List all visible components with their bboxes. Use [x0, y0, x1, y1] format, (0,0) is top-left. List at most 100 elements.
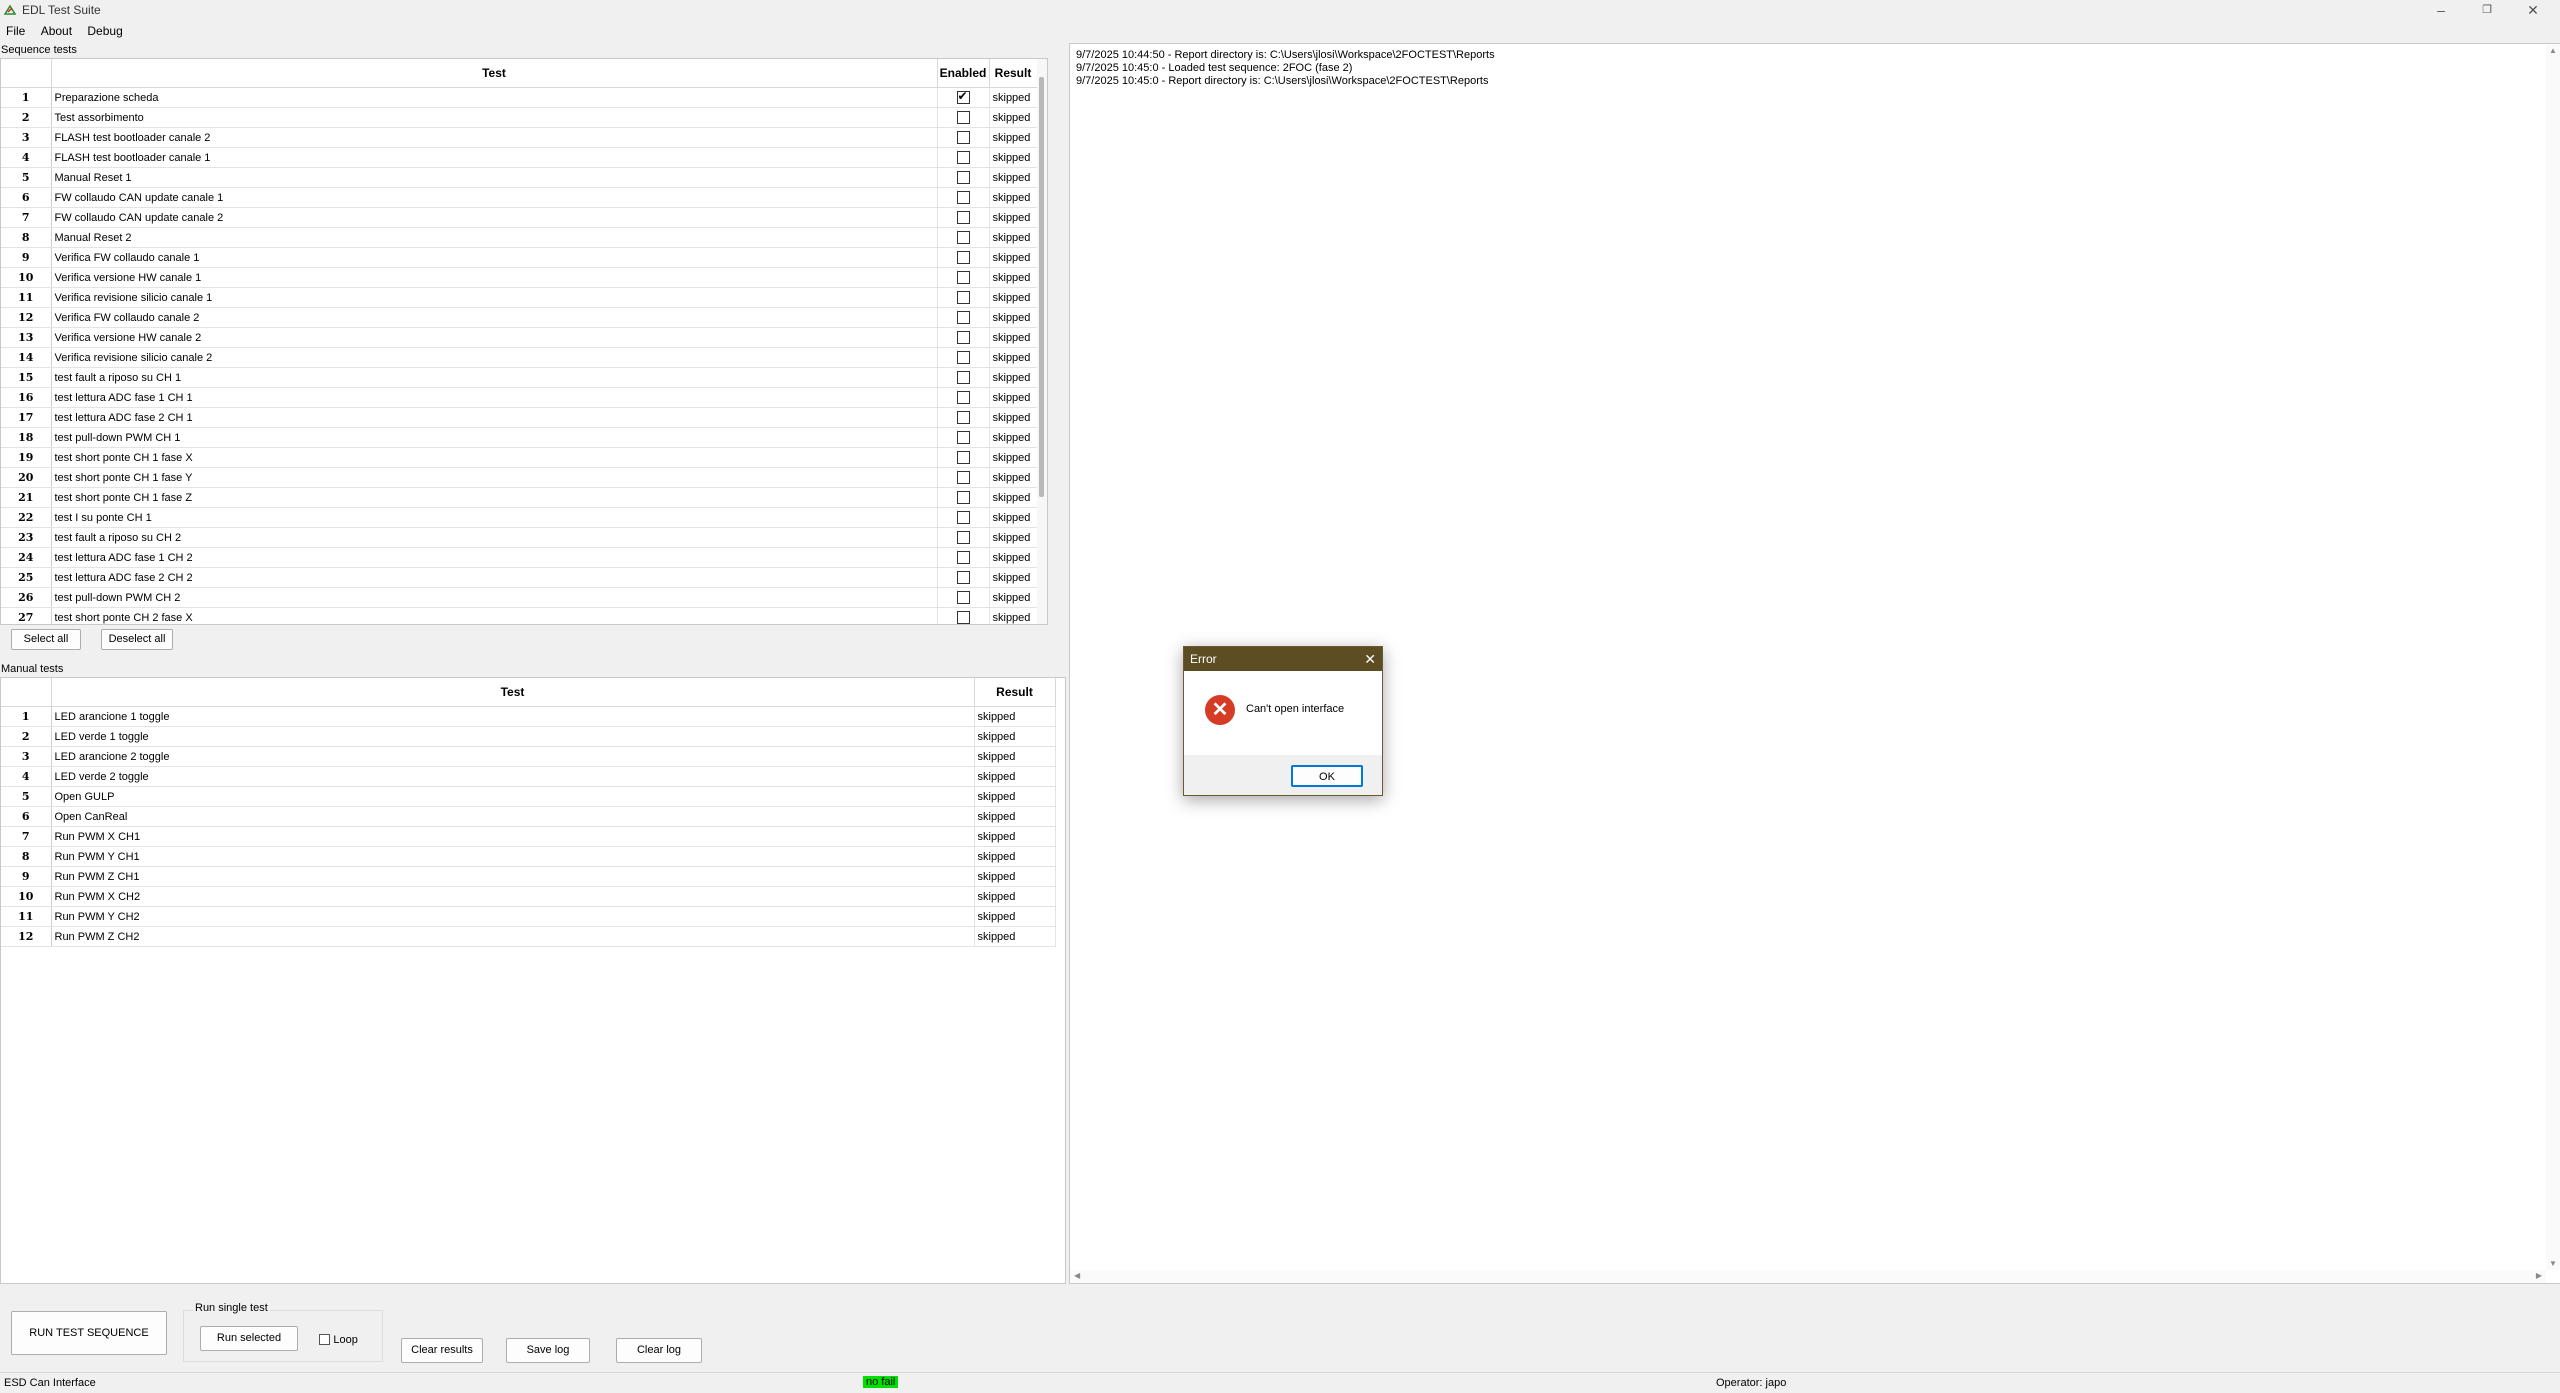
- test-name[interactable]: Verifica FW collaudo canale 1: [51, 247, 938, 268]
- enabled-checkbox[interactable]: [956, 591, 970, 604]
- enabled-checkbox[interactable]: [956, 111, 970, 124]
- col-result[interactable]: Result: [974, 678, 1056, 707]
- table-row[interactable]: 5 Manual Reset 1 skipped: [1, 167, 1038, 188]
- test-name[interactable]: Run PWM Z CH1: [51, 866, 975, 887]
- test-name[interactable]: Run PWM Z CH2: [51, 926, 975, 947]
- table-row[interactable]: 6 Open CanReal skipped: [1, 806, 1056, 827]
- test-name[interactable]: test fault a riposo su CH 2: [51, 527, 938, 548]
- enabled-cell[interactable]: [937, 487, 990, 508]
- menu-about[interactable]: About: [35, 22, 78, 40]
- table-row[interactable]: 18 test pull-down PWM CH 1 skipped: [1, 427, 1038, 448]
- enabled-cell[interactable]: [937, 247, 990, 268]
- enabled-checkbox[interactable]: [956, 89, 970, 104]
- table-row[interactable]: 1Preparazione scheda skipped: [1, 87, 1038, 108]
- enabled-cell[interactable]: [937, 107, 990, 128]
- enabled-cell[interactable]: [937, 227, 990, 248]
- table-row[interactable]: 10 Verifica versione HW canale 1 skipped: [1, 267, 1038, 288]
- table-row[interactable]: 16 test lettura ADC fase 1 CH 1 skipped: [1, 387, 1038, 408]
- table-row[interactable]: 13 Verifica versione HW canale 2 skipped: [1, 327, 1038, 348]
- scroll-left-icon[interactable]: ◀: [1074, 1271, 1080, 1280]
- enabled-cell[interactable]: [937, 207, 990, 228]
- test-name[interactable]: LED arancione 2 toggle: [51, 746, 975, 767]
- test-name[interactable]: test lettura ADC fase 1 CH 1: [51, 387, 938, 408]
- table-row[interactable]: 20 test short ponte CH 1 fase Y skipped: [1, 467, 1038, 488]
- table-row[interactable]: 17 test lettura ADC fase 2 CH 1 skipped: [1, 407, 1038, 428]
- col-test[interactable]: Test: [51, 678, 975, 707]
- enabled-checkbox[interactable]: [956, 531, 970, 544]
- test-name[interactable]: FLASH test bootloader canale 1: [51, 147, 938, 168]
- test-name[interactable]: Open CanReal: [51, 806, 975, 827]
- test-name[interactable]: FLASH test bootloader canale 2: [51, 127, 938, 148]
- test-name[interactable]: Run PWM Y CH2: [51, 906, 975, 927]
- table-row[interactable]: 14 Verifica revisione silicio canale 2 ski…: [1, 347, 1038, 368]
- enabled-checkbox[interactable]: [956, 411, 970, 424]
- table-row[interactable]: 7 FW collaudo CAN update canale 2 skipped: [1, 207, 1038, 228]
- table-row[interactable]: 27 test short ponte CH 2 fase X skipped: [1, 607, 1038, 624]
- table-row[interactable]: 3 LED arancione 2 toggle skipped: [1, 746, 1056, 767]
- enabled-checkbox[interactable]: [956, 131, 970, 144]
- test-name[interactable]: FW collaudo CAN update canale 1: [51, 187, 938, 208]
- enabled-checkbox[interactable]: [956, 351, 970, 364]
- table-row[interactable]: 8 Manual Reset 2 skipped: [1, 227, 1038, 248]
- test-name[interactable]: Run PWM Y CH1: [51, 846, 975, 867]
- dialog-close-icon[interactable]: ✕: [1364, 647, 1376, 671]
- enabled-checkbox[interactable]: [956, 191, 970, 204]
- enabled-checkbox[interactable]: [956, 211, 970, 224]
- enabled-checkbox[interactable]: [956, 271, 970, 284]
- loop-checkbox-box[interactable]: [319, 1334, 330, 1346]
- enabled-checkbox[interactable]: [956, 471, 970, 484]
- test-name[interactable]: test pull-down PWM CH 2: [51, 587, 938, 608]
- enabled-cell[interactable]: [937, 447, 990, 468]
- table-row[interactable]: 5 Open GULP skipped: [1, 786, 1056, 807]
- enabled-checkbox[interactable]: [956, 551, 970, 564]
- test-name[interactable]: Run PWM X CH1: [51, 826, 975, 847]
- menu-file[interactable]: File: [0, 22, 31, 40]
- table-row[interactable]: 11 Run PWM Y CH2 skipped: [1, 906, 1056, 927]
- enabled-checkbox[interactable]: [956, 571, 970, 584]
- table-row[interactable]: 15 test fault a riposo su CH 1 skipped: [1, 367, 1038, 388]
- table-row[interactable]: 12 Run PWM Z CH2 skipped: [1, 926, 1056, 947]
- menu-debug[interactable]: Debug: [81, 22, 128, 40]
- table-row[interactable]: 23 test fault a riposo su CH 2 skipped: [1, 527, 1038, 548]
- scroll-down-icon[interactable]: ▼: [2549, 1259, 2557, 1268]
- scroll-right-icon[interactable]: ▶: [2536, 1271, 2542, 1280]
- test-name[interactable]: test lettura ADC fase 1 CH 2: [51, 547, 938, 568]
- enabled-cell[interactable]: [937, 347, 990, 368]
- enabled-checkbox[interactable]: [956, 371, 970, 384]
- test-name[interactable]: test short ponte CH 1 fase Z: [51, 487, 938, 508]
- test-name[interactable]: Run PWM X CH2: [51, 886, 975, 907]
- enabled-checkbox[interactable]: [956, 451, 970, 464]
- test-name[interactable]: Open GULP: [51, 786, 975, 807]
- enabled-cell[interactable]: [937, 327, 990, 348]
- test-name[interactable]: LED arancione 1 toggle: [51, 706, 975, 727]
- test-name[interactable]: test pull-down PWM CH 1: [51, 427, 938, 448]
- table-row[interactable]: 12 Verifica FW collaudo canale 2 skipped: [1, 307, 1038, 328]
- test-name[interactable]: test lettura ADC fase 2 CH 2: [51, 567, 938, 588]
- enabled-checkbox[interactable]: [956, 331, 970, 344]
- test-name[interactable]: Verifica versione HW canale 1: [51, 267, 938, 288]
- enabled-checkbox[interactable]: [956, 231, 970, 244]
- ok-button[interactable]: OK: [1291, 765, 1363, 787]
- run-test-sequence-button[interactable]: RUN TEST SEQUENCE: [11, 1311, 167, 1355]
- enabled-cell[interactable]: [937, 367, 990, 388]
- table-row[interactable]: 2 LED verde 1 toggle skipped: [1, 726, 1056, 747]
- enabled-checkbox[interactable]: [956, 511, 970, 524]
- enabled-cell[interactable]: [937, 147, 990, 168]
- col-enabled[interactable]: Enabled: [937, 59, 990, 88]
- table-row[interactable]: 26 test pull-down PWM CH 2 skipped: [1, 587, 1038, 608]
- enabled-checkbox[interactable]: [956, 611, 970, 624]
- test-name[interactable]: Verifica revisione silicio canale 1: [51, 287, 938, 308]
- test-name[interactable]: Verifica revisione silicio canale 2: [51, 347, 938, 368]
- col-result[interactable]: Result: [989, 59, 1038, 88]
- test-name[interactable]: test lettura ADC fase 2 CH 1: [51, 407, 938, 428]
- enabled-checkbox[interactable]: [956, 491, 970, 504]
- select-all-button[interactable]: Select all: [11, 629, 81, 650]
- enabled-checkbox[interactable]: [956, 291, 970, 304]
- test-name[interactable]: Manual Reset 1: [51, 167, 938, 188]
- enabled-cell[interactable]: [937, 187, 990, 208]
- enabled-checkbox[interactable]: [956, 311, 970, 324]
- enabled-cell[interactable]: [937, 287, 990, 308]
- enabled-cell[interactable]: [937, 427, 990, 448]
- test-name[interactable]: Verifica FW collaudo canale 2: [51, 307, 938, 328]
- sequence-scrollbar[interactable]: [1037, 59, 1047, 624]
